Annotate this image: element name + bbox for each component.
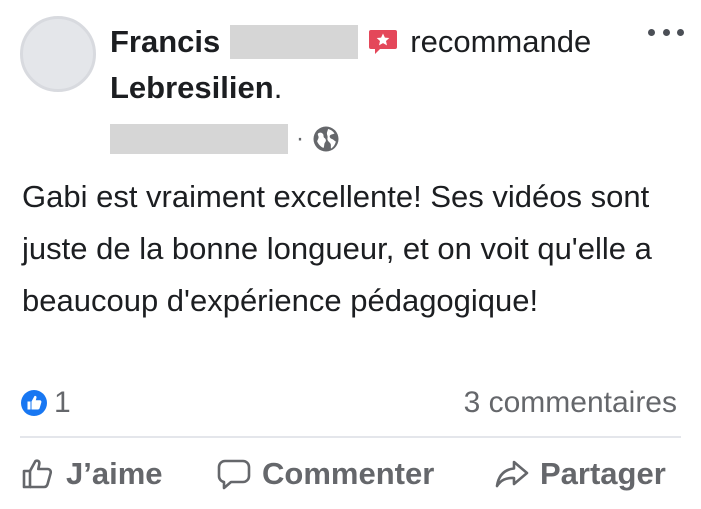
like-button-label: J’aime [66,456,163,491]
meta-separator: · [296,125,304,152]
recommend-text: recommande [410,24,592,59]
reactions-summary[interactable]: 1 [20,385,71,421]
comment-bubble-icon [217,459,251,490]
like-button[interactable]: J’aime [20,448,163,500]
action-bar: J’aime Commenter Partager [0,448,701,500]
recommend-star-icon [369,30,398,54]
post-body: Gabi est vraiment excellente! Ses vidéos… [22,179,652,318]
more-options-icon-dot [662,28,670,36]
share-button[interactable]: Partager [494,448,666,500]
thumbs-up-icon [22,459,53,489]
comments-count-link[interactable]: 3 commentaires [464,385,677,421]
redacted-timestamp [110,124,288,154]
recommendation-post: Francis recommande Lebresilien. · Gabi e… [0,0,701,509]
share-button-label: Partager [540,456,666,491]
page-name-link[interactable]: Lebresilien [110,70,274,105]
comment-button-label: Commenter [262,456,435,491]
page-line: Lebresilien. [110,70,282,106]
like-count: 1 [54,386,71,419]
more-options-icon-dot [677,28,684,36]
page-name-period: . [273,70,283,105]
avatar[interactable] [20,16,96,92]
post-header: Francis recommande [110,22,591,62]
divider [20,436,681,438]
more-options-icon [648,28,655,36]
like-badge-icon [21,390,47,416]
globe-icon[interactable] [312,125,340,153]
author-name[interactable]: Francis [110,24,220,60]
comment-button[interactable]: Commenter [216,448,434,500]
more-options-button[interactable] [648,22,684,42]
post-meta: · [110,124,340,154]
share-arrow-icon [495,460,529,488]
redacted-author-surname [230,25,359,59]
